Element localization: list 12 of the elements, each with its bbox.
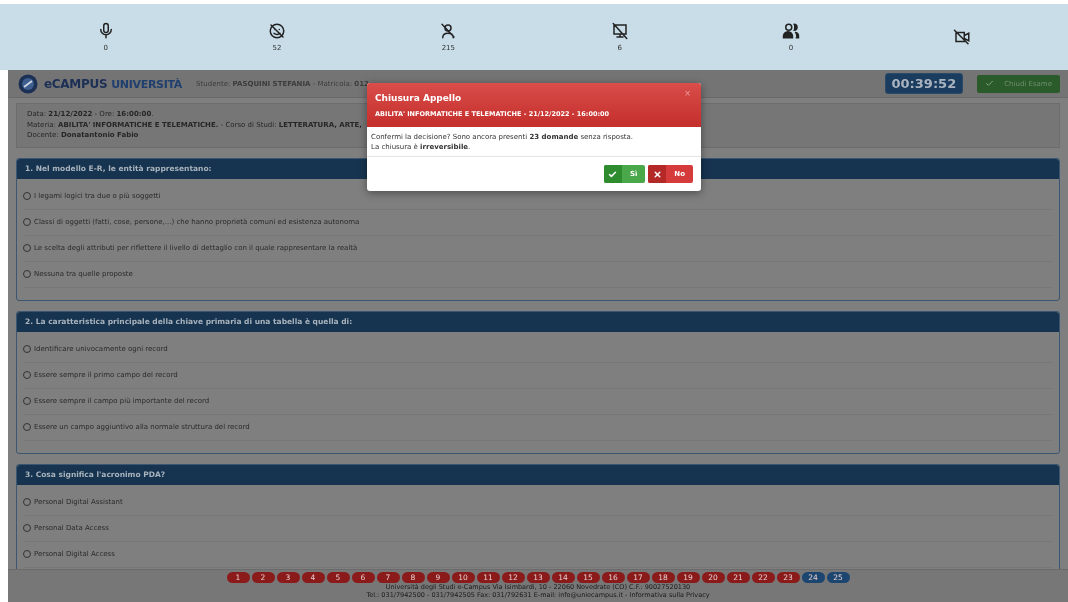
check-icon (985, 79, 995, 88)
close-icon (652, 169, 662, 179)
logo-text: eCAMPUS UNIVERSITÀ (44, 76, 183, 91)
dialog-title: Chiusura Appello (375, 93, 462, 103)
check-icon (608, 169, 618, 179)
person-crossed-icon (439, 22, 458, 40)
video-crossed-icon (953, 28, 972, 46)
logo-icon (18, 73, 38, 94)
monitor-crossed-icon (610, 22, 629, 40)
people-icon (781, 22, 800, 40)
timer: 00:39:52 (884, 73, 964, 94)
face-crossed-icon (268, 22, 286, 40)
